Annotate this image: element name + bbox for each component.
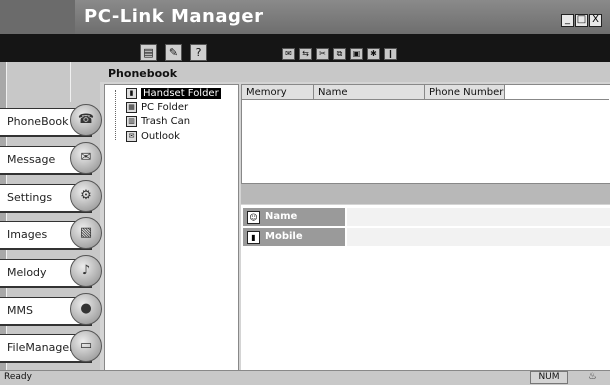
tree-connector <box>115 90 126 140</box>
nav-rail-divider <box>70 62 71 102</box>
nav-label-message: Message <box>7 153 56 166</box>
splitter-bar[interactable] <box>241 184 610 204</box>
tree-label: Trash Can <box>141 116 191 127</box>
mobile-value[interactable] <box>347 228 610 246</box>
field-row-mobile: Mobile ▮ <box>243 228 610 246</box>
maximize-button[interactable]: □ <box>575 14 588 27</box>
help-icon[interactable]: ? <box>190 44 207 61</box>
tree-item-outlook[interactable]: ✉ Outlook <box>126 130 180 143</box>
copy-icon[interactable]: ⧉ <box>333 48 346 60</box>
tree-label: Handset Folder <box>141 88 221 99</box>
tree-item-trash-can[interactable]: ▥ Trash Can <box>126 115 190 128</box>
tree-item-handset-folder[interactable]: ▮ Handset Folder <box>126 87 221 100</box>
cut-icon[interactable]: ✂ <box>316 48 329 60</box>
tree-label: Outlook <box>141 131 180 142</box>
email-icon[interactable]: ✉ <box>282 48 295 60</box>
column-empty <box>505 85 609 100</box>
edit-icon[interactable]: ✎ <box>165 44 182 61</box>
balloon-icon[interactable]: ● <box>70 293 102 325</box>
nav-label-settings: Settings <box>7 191 53 204</box>
nav-label-phonebook: PhoneBook <box>7 115 69 128</box>
envelope-icon[interactable]: ✉ <box>70 142 102 174</box>
image-icon[interactable]: ▧ <box>70 217 102 249</box>
field-row-name: Name ☺ <box>243 208 610 226</box>
app-title: PC-Link Manager <box>84 6 264 27</box>
folder-icon[interactable]: ▭ <box>70 330 102 362</box>
column-memory[interactable]: Memory <box>242 85 314 100</box>
nav-label-melody: Melody <box>7 266 47 279</box>
handset-icon: ▮ <box>126 88 137 99</box>
tree-item-pc-folder[interactable]: ▦ PC Folder <box>126 101 188 114</box>
trash-icon: ▥ <box>126 116 137 127</box>
nav-label-mms: MMS <box>7 304 33 317</box>
phonebook-title: Phonebook <box>108 67 178 80</box>
sync-icon[interactable]: ⇆ <box>299 48 312 60</box>
tray-icon: ♨ <box>588 371 597 382</box>
nav-label-filemanager: FileManager <box>7 341 74 354</box>
minimize-button[interactable]: _ <box>561 14 574 27</box>
save-icon[interactable]: ▤ <box>140 44 157 61</box>
settings-icon[interactable]: ✱ <box>367 48 380 60</box>
contact-icon: ☺ <box>247 211 260 224</box>
column-name[interactable]: Name <box>314 85 425 100</box>
tree-label: PC Folder <box>141 102 189 113</box>
status-text: Ready <box>4 372 32 382</box>
info-icon[interactable]: ❙ <box>384 48 397 60</box>
mobile-icon: ▮ <box>247 231 260 244</box>
outlook-icon: ✉ <box>126 131 137 142</box>
gear-icon[interactable]: ⚙ <box>70 180 102 212</box>
num-lock-indicator: NUM <box>530 371 568 384</box>
music-icon[interactable]: ♪ <box>70 255 102 287</box>
title-bar-left-block <box>0 0 75 34</box>
nav-label-images: Images <box>7 228 48 241</box>
close-button[interactable]: X <box>589 14 602 27</box>
phone-icon[interactable]: ☎ <box>70 104 102 136</box>
contact-list-header: Memory Name Phone Number <box>242 85 609 101</box>
column-phone-number[interactable]: Phone Number <box>425 85 505 100</box>
pc-icon: ▦ <box>126 102 137 113</box>
status-bar <box>0 370 610 385</box>
name-value[interactable] <box>347 208 610 226</box>
window-controls: _ □ X <box>561 14 602 27</box>
paste-icon[interactable]: ▣ <box>350 48 363 60</box>
